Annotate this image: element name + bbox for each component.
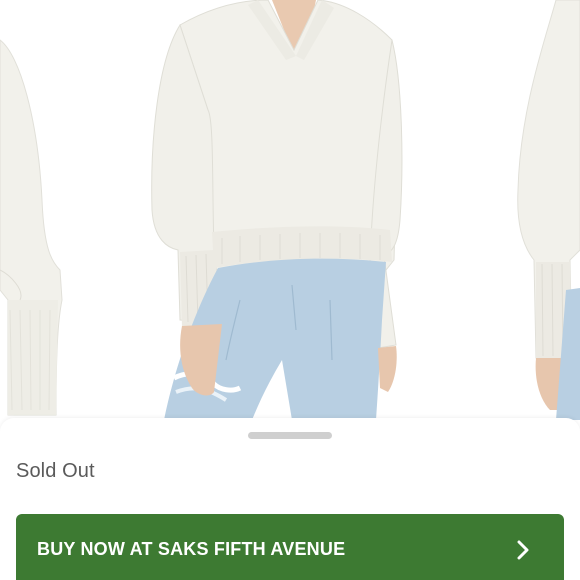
- product-image-carousel[interactable]: [0, 0, 580, 430]
- buy-now-button[interactable]: BUY NOW AT SAKS FIFTH AVENUE: [16, 514, 564, 580]
- product-photos: [0, 0, 580, 420]
- drag-handle[interactable]: [248, 432, 332, 439]
- product-photo-right[interactable]: [517, 0, 580, 420]
- buy-now-label: BUY NOW AT SAKS FIFTH AVENUE: [37, 539, 346, 559]
- product-photo-main[interactable]: [151, 0, 403, 420]
- sold-out-status: Sold Out: [16, 460, 95, 482]
- product-page: Sold Out BUY NOW AT SAKS FIFTH AVENUE: [0, 0, 580, 580]
- product-photo-left[interactable]: [0, 39, 63, 416]
- purchase-sheet: Sold Out BUY NOW AT SAKS FIFTH AVENUE: [0, 418, 580, 580]
- chevron-right-icon: [517, 540, 529, 560]
